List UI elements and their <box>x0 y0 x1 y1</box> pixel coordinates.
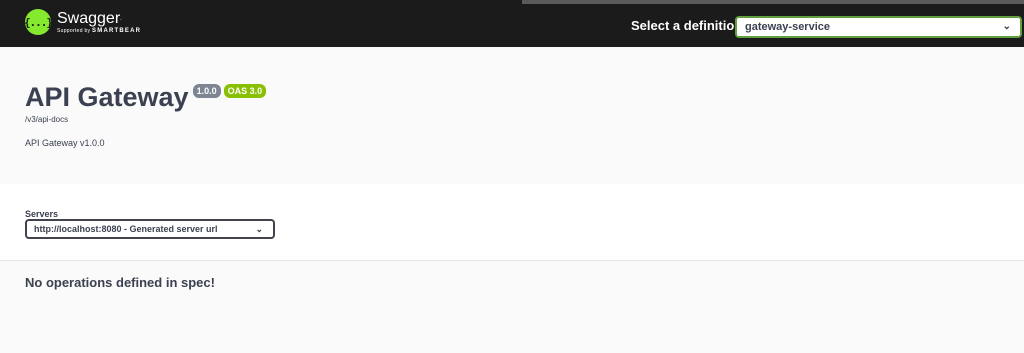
logo-text: Swagger. Supported by SMARTBEAR <box>57 10 141 35</box>
oas-badge: OAS 3.0 <box>223 84 267 98</box>
api-info: API Gateway 1.0.0 OAS 3.0 /v3/api-docs A… <box>0 47 1024 184</box>
logo-glyph: {...} <box>23 15 53 29</box>
definition-select-value: gateway-service <box>745 21 830 33</box>
title-row: API Gateway 1.0.0 OAS 3.0 <box>25 82 267 112</box>
api-description: API Gateway v1.0.0 <box>25 138 105 148</box>
swagger-logo[interactable]: {...} Swagger. Supported by SMARTBEAR <box>23 9 141 35</box>
servers-select-value: http://localhost:8080 - Generated server… <box>34 224 218 234</box>
chevron-down-icon: ⌄ <box>255 224 263 234</box>
no-operations-message: No operations defined in spec! <box>25 275 215 290</box>
api-docs-link[interactable]: /v3/api-docs <box>25 115 68 124</box>
definition-label: Select a definition <box>631 18 743 33</box>
page-title: API Gateway <box>25 82 189 112</box>
definition-select[interactable]: gateway-service ⌄ <box>735 16 1022 38</box>
version-badge: 1.0.0 <box>192 84 221 98</box>
topbar: {...} Swagger. Supported by SMARTBEAR Se… <box>0 0 1024 47</box>
servers-label: Servers <box>25 209 59 219</box>
topbar-edge <box>522 0 1024 4</box>
swagger-logo-icon: {...} <box>23 9 53 35</box>
logo-subtitle: Supported by SMARTBEAR <box>57 27 142 34</box>
servers-section: Servers http://localhost:8080 - Generate… <box>0 184 1024 261</box>
servers-select[interactable]: http://localhost:8080 - Generated server… <box>25 219 275 239</box>
chevron-down-icon: ⌄ <box>1002 21 1011 32</box>
logo-title: Swagger. <box>57 9 122 27</box>
